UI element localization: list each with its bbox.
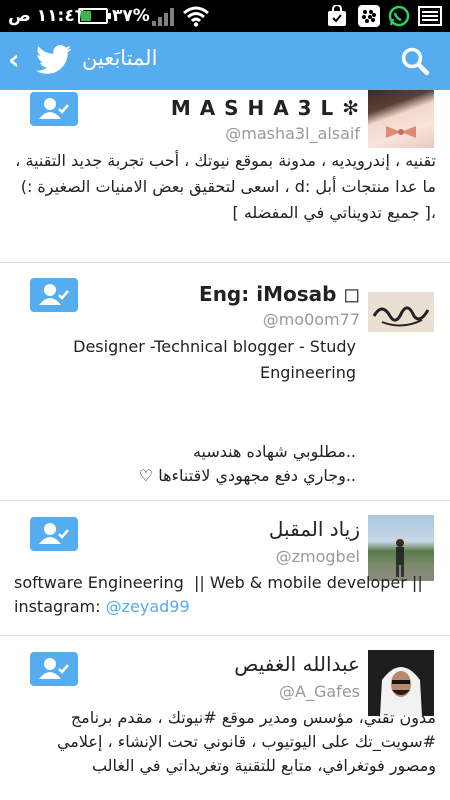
battery-fill	[81, 11, 91, 21]
wifi-icon	[183, 6, 209, 27]
follow-user-check-icon	[39, 658, 69, 679]
clock: ١١:٤٦ ص	[8, 6, 86, 26]
user-bio-line-2: ..مطلوبي شهاده هندسيه	[192, 442, 356, 461]
user-name[interactable]: عبدالله الغفيص	[234, 652, 360, 676]
avatar[interactable]	[368, 292, 434, 332]
user-handle[interactable]: @zmogbel	[276, 547, 360, 566]
page-title: المتابَعين	[82, 46, 158, 70]
follow-user-check-icon	[39, 523, 69, 544]
following-list[interactable]: M A S H A 3 L ✻ @masha3l_alsaif تقنيه ، …	[0, 90, 450, 800]
user-name[interactable]: زياد المقبل	[269, 517, 360, 541]
follow-user-check-icon	[39, 98, 69, 119]
user-handle[interactable]: @mo0om77	[263, 310, 360, 329]
shopping-bag-icon	[328, 5, 346, 26]
user-bio: مدون تقني، مؤسس ومدير موقع #نيوتك ، مقدم…	[51, 708, 436, 775]
user-handle[interactable]: @masha3l_alsaif	[225, 124, 360, 143]
user-handle[interactable]: @A_Gafes	[279, 682, 360, 701]
follow-button[interactable]	[30, 278, 78, 312]
user-bio-line-3: ..وجاري دفع مجهودي لاقتناءها ♡	[138, 466, 356, 485]
list-item[interactable]: M A S H A 3 L ✻ @masha3l_alsaif تقنيه ، …	[0, 90, 450, 263]
battery-icon	[78, 8, 111, 24]
twitter-bird-icon[interactable]	[36, 44, 72, 76]
whatsapp-icon	[388, 5, 410, 27]
user-bio-text: software Engineering || Web & mobile dev…	[14, 573, 428, 616]
status-bar: ١١:٤٦ ص ٣٧%	[0, 0, 450, 32]
app-bar: ‹ المتابَعين	[0, 32, 450, 90]
list-item[interactable]: عبدالله الغفيص @A_Gafes مدون تقني، مؤسس …	[0, 636, 450, 800]
avatar[interactable]	[368, 90, 434, 148]
bio-mention-link[interactable]: @zeyad99	[106, 597, 190, 616]
avatar-calligraphy-icon	[372, 306, 430, 327]
battery-percent: ٣٧%	[112, 6, 150, 26]
user-name[interactable]: M A S H A 3 L ✻	[171, 96, 360, 120]
follow-button[interactable]	[30, 517, 78, 551]
user-bio-line-1: Designer -Technical blogger - Study Engi…	[73, 337, 362, 382]
signal-icon	[152, 8, 174, 26]
follow-button[interactable]	[30, 652, 78, 686]
screenshot-icon	[418, 6, 442, 26]
avatar-bow-icon	[386, 126, 416, 138]
list-item[interactable]: زياد المقبل @zmogbel software Engineerin…	[0, 501, 450, 636]
list-item[interactable]: Eng: iMosab ◻ @mo0om77 Designer -Technic…	[0, 264, 450, 501]
chevron-left-icon[interactable]: ‹	[8, 46, 20, 74]
user-bio: software Engineering || Web & mobile dev…	[14, 571, 436, 619]
user-bio: تقنيه ، إندرويديه ، مدونة بموقع نيوتك ، …	[10, 151, 436, 222]
follow-button[interactable]	[30, 92, 78, 126]
follow-user-check-icon	[39, 284, 69, 305]
user-name[interactable]: Eng: iMosab ◻	[199, 282, 360, 306]
bbm-icon	[358, 5, 380, 27]
search-icon[interactable]	[400, 46, 430, 76]
